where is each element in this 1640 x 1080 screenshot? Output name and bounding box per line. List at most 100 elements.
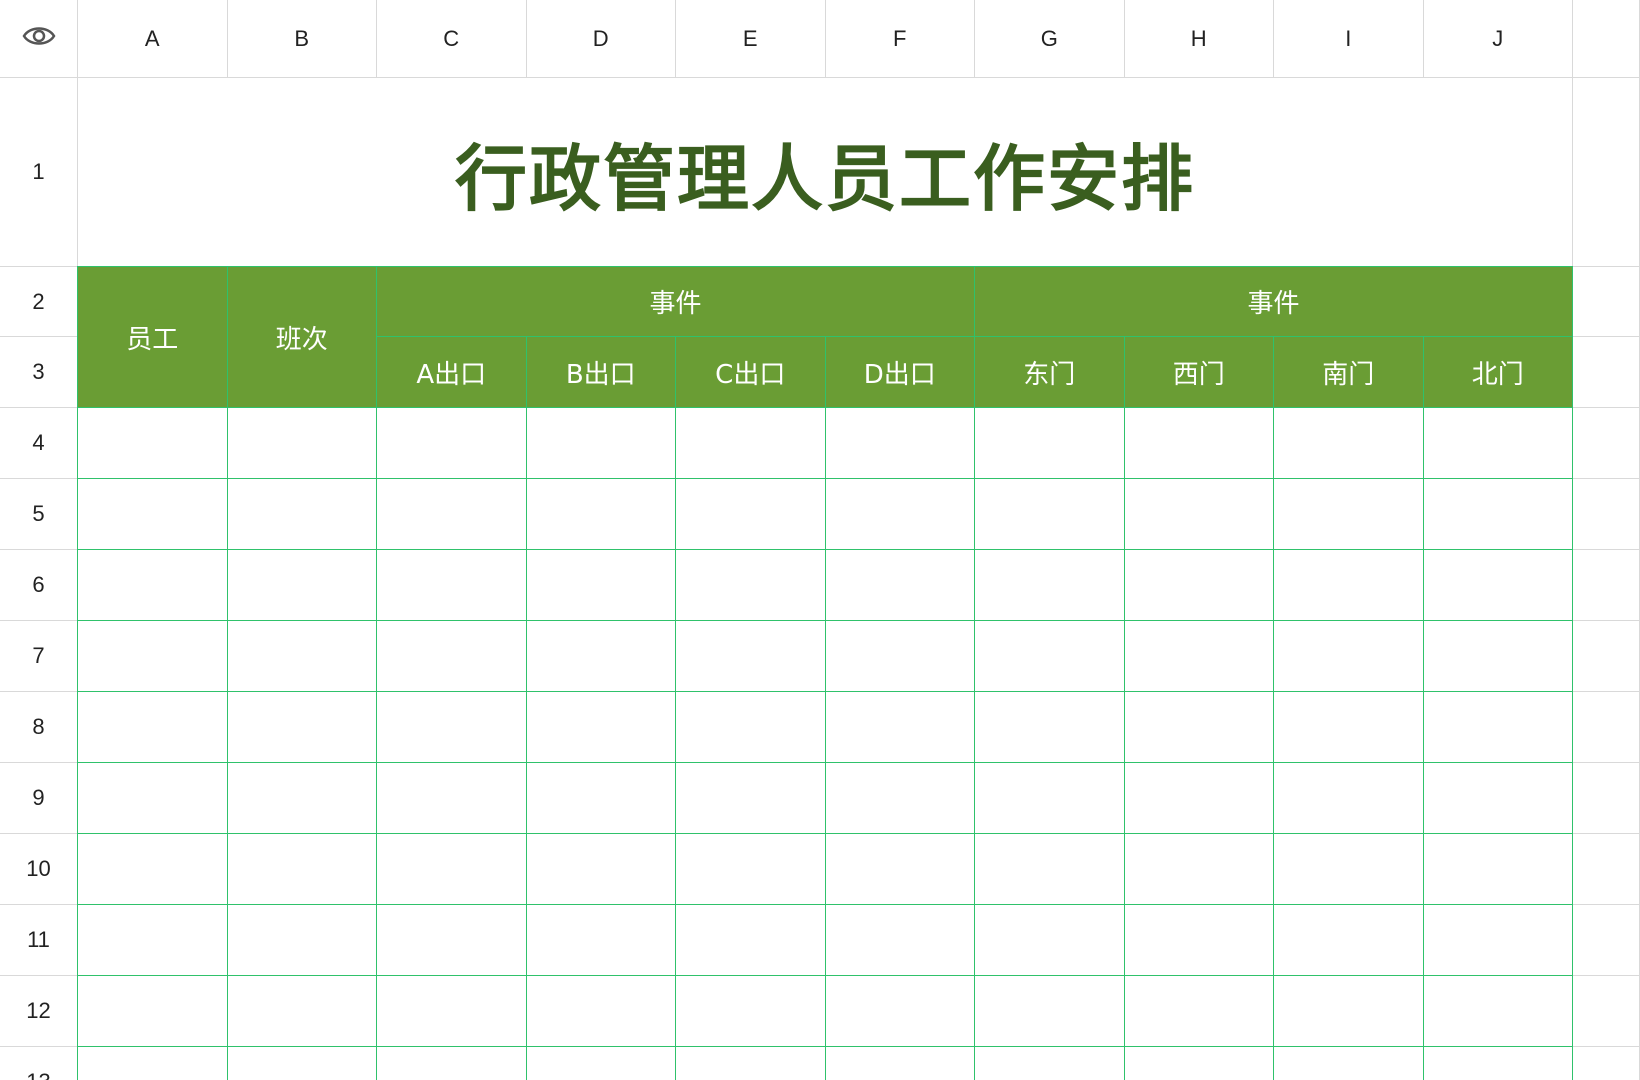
- cell-j13[interactable]: [1422, 1046, 1573, 1080]
- row-header-6[interactable]: 6: [0, 550, 78, 621]
- cell-a9[interactable]: [77, 762, 228, 834]
- cell-g11[interactable]: [974, 904, 1125, 976]
- cell-f9[interactable]: [824, 762, 975, 834]
- cell-c4[interactable]: [376, 407, 527, 479]
- cell-i8[interactable]: [1273, 691, 1424, 763]
- cell-e10[interactable]: [675, 833, 826, 905]
- cell-a12[interactable]: [77, 975, 228, 1047]
- cell-d12[interactable]: [525, 975, 676, 1047]
- column-header-a[interactable]: A: [78, 0, 228, 78]
- cell-e11[interactable]: [675, 904, 826, 976]
- header-sub-7[interactable]: 南门: [1273, 336, 1424, 408]
- cell-c13[interactable]: [376, 1046, 527, 1080]
- cell-i13[interactable]: [1273, 1046, 1424, 1080]
- header-sub-3[interactable]: C出口: [675, 336, 826, 408]
- cell-d6[interactable]: [525, 549, 676, 621]
- cell-i11[interactable]: [1273, 904, 1424, 976]
- cell-j10[interactable]: [1422, 833, 1573, 905]
- cell-f5[interactable]: [824, 478, 975, 550]
- cell-b4[interactable]: [226, 407, 377, 479]
- cell-j8[interactable]: [1422, 691, 1573, 763]
- cell-d4[interactable]: [525, 407, 676, 479]
- cell-c11[interactable]: [376, 904, 527, 976]
- cell-g9[interactable]: [974, 762, 1125, 834]
- cell-c5[interactable]: [376, 478, 527, 550]
- column-header-k[interactable]: [1573, 0, 1640, 78]
- eye-icon[interactable]: [22, 25, 56, 53]
- cell-a8[interactable]: [77, 691, 228, 763]
- cell-h8[interactable]: [1123, 691, 1274, 763]
- cell-a4[interactable]: [77, 407, 228, 479]
- row-header-4[interactable]: 4: [0, 408, 78, 479]
- cell-c9[interactable]: [376, 762, 527, 834]
- cell-d13[interactable]: [525, 1046, 676, 1080]
- header-shift[interactable]: 班次: [226, 266, 377, 408]
- cell-h13[interactable]: [1123, 1046, 1274, 1080]
- cell-c7[interactable]: [376, 620, 527, 692]
- row-header-11[interactable]: 11: [0, 905, 78, 976]
- header-sub-2[interactable]: B出口: [525, 336, 676, 408]
- cell-d9[interactable]: [525, 762, 676, 834]
- cell-a13[interactable]: [77, 1046, 228, 1080]
- row-header-9[interactable]: 9: [0, 763, 78, 834]
- cell-i10[interactable]: [1273, 833, 1424, 905]
- column-header-e[interactable]: E: [676, 0, 826, 78]
- select-all-corner[interactable]: [0, 0, 78, 78]
- cell-h6[interactable]: [1123, 549, 1274, 621]
- row-header-8[interactable]: 8: [0, 692, 78, 763]
- cell-b8[interactable]: [226, 691, 377, 763]
- cell-g6[interactable]: [974, 549, 1125, 621]
- cell-h11[interactable]: [1123, 904, 1274, 976]
- cell-k13[interactable]: [1573, 1047, 1640, 1080]
- cell-f4[interactable]: [824, 407, 975, 479]
- cell-h7[interactable]: [1123, 620, 1274, 692]
- cell-g7[interactable]: [974, 620, 1125, 692]
- header-event-group-1[interactable]: 事件: [376, 266, 975, 337]
- row-header-12[interactable]: 12: [0, 976, 78, 1047]
- cell-f11[interactable]: [824, 904, 975, 976]
- cell-h5[interactable]: [1123, 478, 1274, 550]
- cell-f8[interactable]: [824, 691, 975, 763]
- column-header-h[interactable]: H: [1124, 0, 1274, 78]
- row-header-3[interactable]: 3: [0, 337, 78, 408]
- cell-j11[interactable]: [1422, 904, 1573, 976]
- cell-g4[interactable]: [974, 407, 1125, 479]
- cell-f12[interactable]: [824, 975, 975, 1047]
- column-header-j[interactable]: J: [1423, 0, 1573, 78]
- cell-k4[interactable]: [1573, 408, 1640, 479]
- cell-f10[interactable]: [824, 833, 975, 905]
- header-sub-4[interactable]: D出口: [824, 336, 975, 408]
- cell-e7[interactable]: [675, 620, 826, 692]
- cell-d8[interactable]: [525, 691, 676, 763]
- cell-d5[interactable]: [525, 478, 676, 550]
- cell-j6[interactable]: [1422, 549, 1573, 621]
- cell-c8[interactable]: [376, 691, 527, 763]
- cell-a11[interactable]: [77, 904, 228, 976]
- header-sub-5[interactable]: 东门: [974, 336, 1125, 408]
- cell-i12[interactable]: [1273, 975, 1424, 1047]
- cell-e6[interactable]: [675, 549, 826, 621]
- cell-k6[interactable]: [1573, 550, 1640, 621]
- cell-b12[interactable]: [226, 975, 377, 1047]
- column-header-d[interactable]: D: [526, 0, 676, 78]
- cell-k2[interactable]: [1573, 267, 1640, 337]
- cell-e4[interactable]: [675, 407, 826, 479]
- row-header-2[interactable]: 2: [0, 267, 78, 337]
- cell-h9[interactable]: [1123, 762, 1274, 834]
- cell-e9[interactable]: [675, 762, 826, 834]
- cell-e5[interactable]: [675, 478, 826, 550]
- header-sub-6[interactable]: 西门: [1123, 336, 1274, 408]
- cell-j9[interactable]: [1422, 762, 1573, 834]
- cell-e13[interactable]: [675, 1046, 826, 1080]
- cell-k1[interactable]: [1573, 78, 1640, 267]
- cell-k11[interactable]: [1573, 905, 1640, 976]
- header-sub-8[interactable]: 北门: [1422, 336, 1573, 408]
- cell-c10[interactable]: [376, 833, 527, 905]
- header-event-group-2[interactable]: 事件: [974, 266, 1573, 337]
- cell-d11[interactable]: [525, 904, 676, 976]
- cell-a10[interactable]: [77, 833, 228, 905]
- cell-j4[interactable]: [1422, 407, 1573, 479]
- cell-d7[interactable]: [525, 620, 676, 692]
- cell-h12[interactable]: [1123, 975, 1274, 1047]
- cell-b13[interactable]: [226, 1046, 377, 1080]
